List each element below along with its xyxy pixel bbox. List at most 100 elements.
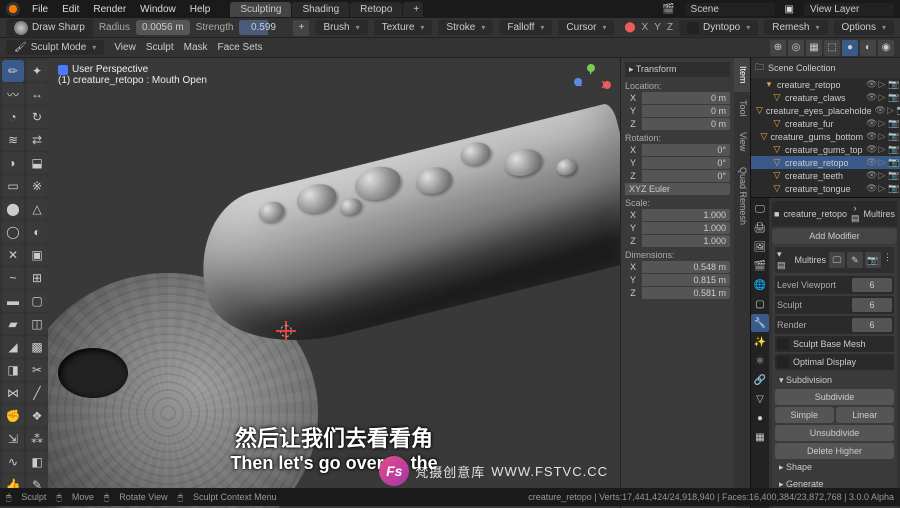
sculpt-level-field[interactable]: 6 (852, 298, 892, 312)
ptab-modifier-icon[interactable]: 🔧 (751, 314, 769, 332)
outliner-item[interactable]: ▽creature_fur👁▷📷 (751, 117, 900, 130)
scrape-brush-icon[interactable]: ◢ (2, 336, 24, 358)
restrict-icon[interactable]: ▷ (877, 131, 887, 142)
dyntopo-menu[interactable]: Dyntopo (679, 20, 758, 36)
xray-toggle-icon[interactable]: ▦ (806, 40, 822, 56)
box-mask-icon[interactable]: ▢ (26, 290, 48, 312)
disable-icon[interactable]: 📷 (888, 144, 898, 155)
ptab-object-icon[interactable]: ▢ (751, 295, 769, 313)
nudge-brush-icon[interactable]: ↔ (26, 83, 48, 105)
render-level-field[interactable]: 6 (852, 318, 892, 332)
dim-x-field[interactable]: 0.548 m (642, 261, 730, 273)
mirror-y[interactable]: Y (654, 22, 661, 33)
rotation-mode[interactable]: XYZ Euler (625, 183, 730, 195)
scl-x-field[interactable]: 1.000 (642, 209, 730, 221)
hide-icon[interactable]: 👁 (866, 118, 876, 129)
cloth-filter-icon[interactable]: ⁂ (26, 428, 48, 450)
boundary-brush-icon[interactable]: ⬓ (26, 152, 48, 174)
solid-shading-icon[interactable]: ● (842, 40, 858, 56)
nav-gizmo[interactable]: X Y Z (572, 64, 612, 104)
ptab-world-icon[interactable]: 🌐 (751, 276, 769, 294)
dim-y-field[interactable]: 0.815 m (642, 274, 730, 286)
mirror-x[interactable]: X (642, 22, 649, 33)
menu-mask[interactable]: Mask (184, 42, 208, 53)
delete-higher-button[interactable]: Delete Higher (775, 443, 894, 459)
disable-icon[interactable]: 📷 (888, 157, 898, 168)
outliner-item[interactable]: ▽creature_gums_top👁▷📷 (751, 143, 900, 156)
npanel-tab-item[interactable]: Item (734, 58, 750, 92)
npanel-tab-tool[interactable]: Tool (734, 92, 750, 125)
loc-z-field[interactable]: 0 m (642, 118, 730, 130)
subdivide-button[interactable]: Subdivide (775, 389, 894, 405)
mod-edit-icon[interactable]: ✎ (847, 252, 863, 268)
inflate-brush-icon[interactable]: ⬤ (2, 198, 24, 220)
remesh-menu[interactable]: Remesh (764, 20, 827, 35)
ptab-viewlayer-icon[interactable]: 🖼 (751, 238, 769, 256)
restrict-icon[interactable]: ▷ (877, 79, 887, 90)
falloff-menu[interactable]: Falloff (499, 20, 552, 35)
mask-brush-icon[interactable]: ◐ (26, 221, 48, 243)
menu-edit[interactable]: Edit (56, 2, 85, 17)
claystrips-brush-icon[interactable]: ≋ (2, 129, 24, 151)
outliner-item[interactable]: ▽creature_gums_bottom👁▷📷 (751, 130, 900, 143)
add-modifier-button[interactable]: Add Modifier (772, 228, 897, 244)
rot-z-field[interactable]: 0° (642, 170, 730, 182)
rotate-brush-icon[interactable]: ↻ (26, 106, 48, 128)
snake-brush-icon[interactable]: ∿ (2, 451, 24, 473)
hide-icon[interactable]: 👁 (866, 79, 876, 90)
box-trim-icon[interactable]: ✂ (26, 359, 48, 381)
ptab-mesh-icon[interactable]: ▽ (751, 390, 769, 408)
fill-brush-icon[interactable]: ▰ (2, 313, 24, 335)
scl-y-field[interactable]: 1.000 (642, 222, 730, 234)
npanel-tab-quadremesh[interactable]: Quad Remesh (734, 159, 750, 233)
restrict-icon[interactable]: ▷ (877, 118, 887, 129)
matprev-shading-icon[interactable]: ◐ (860, 40, 876, 56)
disable-icon[interactable]: 📷 (888, 79, 898, 90)
mirror-z[interactable]: Z (667, 22, 673, 33)
ptab-scene-icon[interactable]: 🎬 (751, 257, 769, 275)
clay-brush-icon[interactable]: ◔ (2, 106, 24, 128)
hide-icon[interactable]: 👁 (866, 157, 876, 168)
hide-icon[interactable]: 👁 (875, 105, 885, 116)
elastic-brush-icon[interactable]: ⇲ (2, 428, 24, 450)
tab-shading[interactable]: Shading (292, 2, 349, 17)
transform-panel-header[interactable]: ▸ Transform (625, 62, 730, 77)
hide-icon[interactable]: 👁 (866, 92, 876, 103)
draw-brush-icon[interactable]: ✏ (2, 60, 24, 82)
loc-x-field[interactable]: 0 m (642, 92, 730, 104)
blob-brush-icon[interactable]: ◯ (2, 221, 24, 243)
disable-icon[interactable]: 📷 (888, 183, 898, 194)
crease-brush-icon[interactable]: ✕ (2, 244, 24, 266)
radius-slider[interactable]: 0.0056 m (136, 20, 190, 35)
cursor-menu[interactable]: Cursor (558, 20, 614, 35)
hide-icon[interactable]: 👁 (866, 144, 876, 155)
flatten-brush-icon[interactable]: ▬ (2, 290, 24, 312)
options-menu[interactable]: Options (834, 20, 894, 35)
cloth-brush-icon[interactable]: ※ (26, 175, 48, 197)
restrict-icon[interactable]: ▷ (877, 144, 887, 155)
scl-z-field[interactable]: 1.000 (642, 235, 730, 247)
pose-brush-icon[interactable]: ✦ (26, 60, 48, 82)
menu-file[interactable]: File (26, 2, 54, 17)
npanel-tab-view[interactable]: View (734, 124, 750, 159)
add-sub-toggle[interactable]: + (293, 20, 309, 36)
stroke-menu[interactable]: Stroke (438, 20, 493, 35)
scene-field[interactable]: Scene (685, 3, 775, 16)
pinch-brush-icon[interactable]: ⋈ (2, 382, 24, 404)
sculpt-base-checkbox[interactable] (777, 338, 789, 350)
outliner-item[interactable]: ▽creature_teeth👁▷📷 (751, 169, 900, 182)
mesh-filter-icon[interactable]: ❖ (26, 405, 48, 427)
outliner-item[interactable]: ▽creature_retopo👁▷📷 (751, 156, 900, 169)
simple-button[interactable]: Simple (775, 407, 834, 423)
rot-y-field[interactable]: 0° (642, 157, 730, 169)
tab-sculpting[interactable]: Sculpting (230, 2, 291, 17)
disable-icon[interactable]: 📷 (888, 170, 898, 181)
ptab-material-icon[interactable]: ● (751, 409, 769, 427)
outliner-item[interactable]: ▾creature_retopo👁▷📷 (751, 78, 900, 91)
color-filter-icon[interactable]: ◧ (26, 451, 48, 473)
tab-retopo[interactable]: Retopo (350, 2, 402, 17)
restrict-icon[interactable]: ▷ (877, 157, 887, 168)
disable-icon[interactable]: 📷 (888, 92, 898, 103)
loc-y-field[interactable]: 0 m (642, 105, 730, 117)
outliner-item[interactable]: ▽creature_claws👁▷📷 (751, 91, 900, 104)
